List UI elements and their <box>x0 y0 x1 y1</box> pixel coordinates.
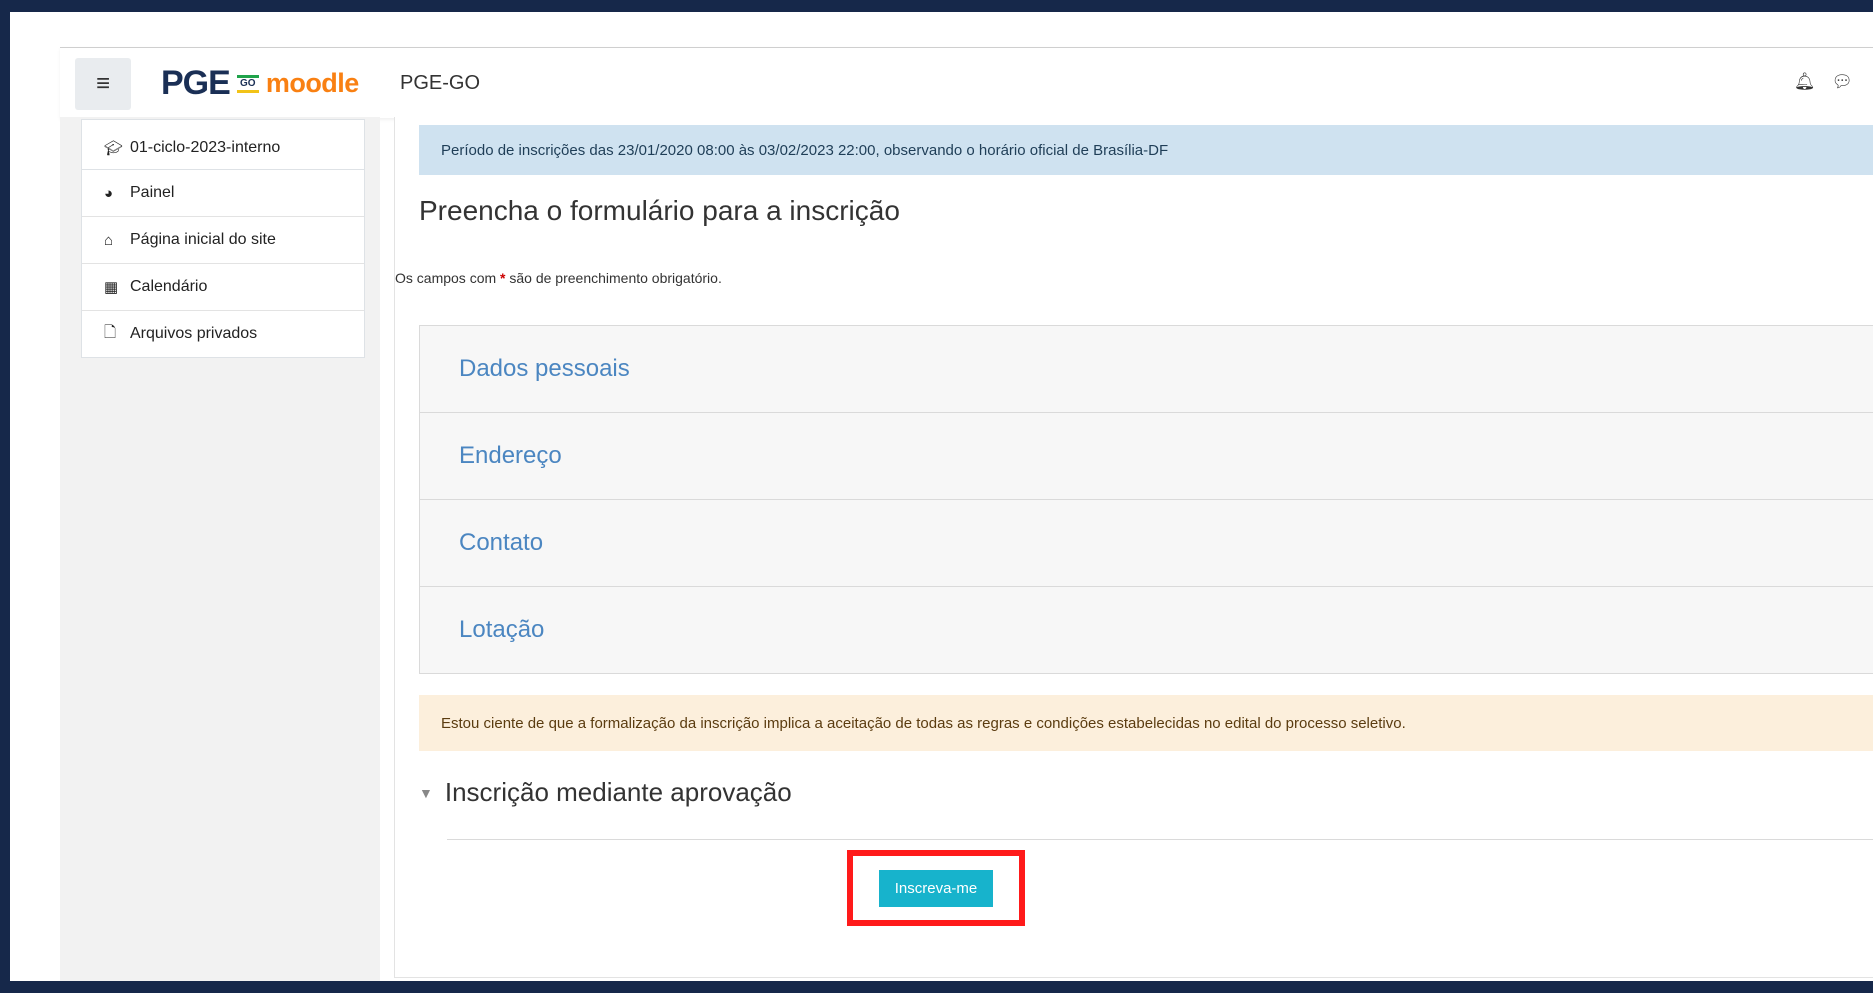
sidebar-course-block: 🎓︎ 01-ciclo-2023-interno <box>81 119 365 176</box>
form-sections: Dados pessoais Endereço Contato Lotação <box>419 325 1873 674</box>
file-icon: 🗋 <box>104 323 117 341</box>
sidebar-item-calendar[interactable]: ▦ Calendário <box>82 264 364 311</box>
logo-moodle-text: moodle <box>265 67 360 98</box>
hamburger-menu-button[interactable]: ≡ <box>75 58 131 110</box>
enroll-button[interactable]: Inscreva-me <box>878 869 994 907</box>
section-lotacao[interactable]: Lotação <box>420 587 1873 673</box>
graduation-cap-icon: 🎓︎ <box>104 139 124 157</box>
sidebar-item-painel[interactable]: ◕ Painel <box>82 170 364 217</box>
approval-section-toggle[interactable]: ▼ Inscrição mediante aprovação <box>419 777 792 808</box>
site-name[interactable]: PGE-GO <box>400 72 480 95</box>
section-dados-pessoais[interactable]: Dados pessoais <box>420 326 1873 413</box>
app-window: ≡ PGE GO moodle PGE-GO 🔔︎ 💬︎ 🎓︎ 01-ciclo… <box>10 12 1873 981</box>
sidebar-item-course[interactable]: 🎓︎ 01-ciclo-2023-interno <box>82 120 364 175</box>
terms-notice-banner: Estou ciente de que a formalização da in… <box>419 695 1873 751</box>
sidebar-nav-block: ◕ Painel ⌂ Página inicial do site ▦ Cale… <box>81 169 365 358</box>
sidebar-item-label: Página inicial do site <box>130 231 276 248</box>
sidebar-item-label: Calendário <box>130 278 208 295</box>
sidebar-item-label: Arquivos privados <box>130 325 258 342</box>
sidebar-item-label: 01-ciclo-2023-interno <box>130 138 281 156</box>
enrollment-period-banner: Período de inscrições das 23/01/2020 08:… <box>419 125 1873 175</box>
hamburger-icon: ≡ <box>95 70 110 97</box>
page-title: Preencha o formulário para a inscrição <box>419 195 900 226</box>
divider <box>447 839 1873 840</box>
dashboard-icon: ◕ <box>104 184 114 202</box>
top-navbar: ≡ PGE GO moodle PGE-GO 🔔︎ 💬︎ <box>60 47 1873 118</box>
main-content: Período de inscrições das 23/01/2020 08:… <box>394 117 1873 978</box>
logo-pge-text: PGE <box>161 63 231 102</box>
calendar-icon: ▦ <box>104 279 119 296</box>
sidebar: 🎓︎ 01-ciclo-2023-interno ◕ Painel ⌂ Pági… <box>60 117 380 981</box>
home-icon: ⌂ <box>104 231 114 249</box>
highlight-box: Inscreva-me <box>847 850 1025 926</box>
sidebar-item-home[interactable]: ⌂ Página inicial do site <box>82 217 364 264</box>
chat-icon[interactable]: 💬︎ <box>1831 72 1853 92</box>
sidebar-item-private-files[interactable]: 🗋 Arquivos privados <box>82 311 364 357</box>
header-icons: 🔔︎ 💬︎ <box>1794 72 1853 92</box>
approval-section-title: Inscrição mediante aprovação <box>444 777 792 807</box>
sidebar-item-label: Painel <box>130 184 175 201</box>
site-logo[interactable]: PGE GO moodle <box>161 58 359 108</box>
logo-go-badge: GO <box>236 72 260 96</box>
bell-icon[interactable]: 🔔︎ <box>1794 72 1816 92</box>
caret-down-icon: ▼ <box>419 784 433 801</box>
section-contato[interactable]: Contato <box>420 500 1873 587</box>
section-endereco[interactable]: Endereço <box>420 413 1873 500</box>
required-fields-note: Os campos com * são de preenchimento obr… <box>395 270 722 286</box>
